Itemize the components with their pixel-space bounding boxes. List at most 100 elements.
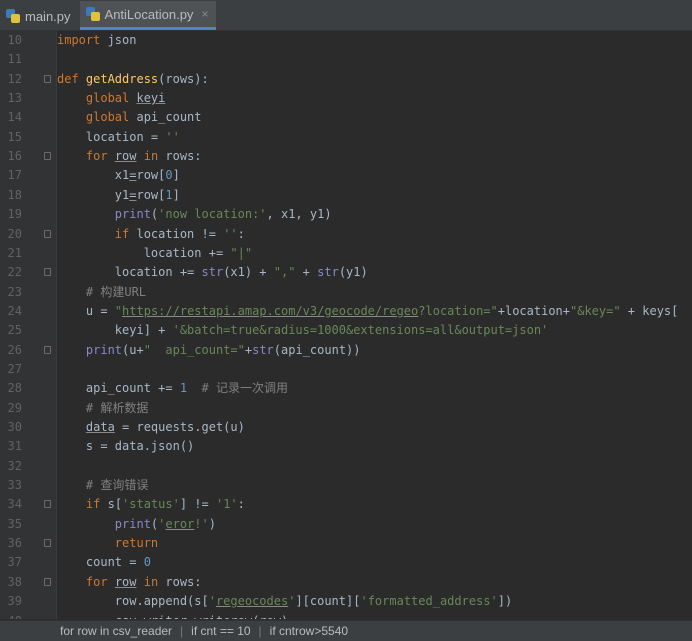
code-token: ] — [172, 187, 180, 202]
code-token: "|" — [230, 245, 253, 260]
code-line: 13 global keyi — [0, 89, 692, 108]
code-line: 22 location += str(x1) + "," + str(y1) — [0, 263, 692, 282]
fold-marker-icon[interactable] — [44, 152, 51, 161]
code-token: row — [114, 574, 137, 589]
fold-marker-icon[interactable] — [44, 229, 51, 238]
code-token: ' — [208, 594, 216, 609]
fold-marker-icon[interactable] — [44, 577, 51, 586]
code-text: print('now location:', x1, y1) — [57, 205, 332, 224]
code-line: 38 for row in rows: — [0, 573, 692, 592]
code-token: keyi — [136, 91, 166, 106]
line-number: 14 — [7, 110, 22, 125]
code-text: count = 0 — [57, 553, 151, 572]
fold-marker-icon[interactable] — [44, 268, 51, 277]
code-token: global — [85, 110, 137, 125]
fold-marker-icon[interactable] — [44, 539, 51, 548]
line-number: 27 — [7, 361, 22, 376]
code-token: api_count += — [85, 381, 180, 396]
line-number: 38 — [7, 574, 22, 589]
code-line: 40 csv_writer.writerow(row) — [0, 612, 692, 620]
code-token: def — [57, 71, 86, 86]
code-text: x1=row[0] — [57, 166, 180, 185]
fold-marker-icon[interactable] — [44, 345, 51, 354]
code-token: u = — [85, 303, 115, 318]
code-text: if location != '': — [57, 225, 245, 244]
tab-label: AntiLocation.py — [104, 6, 194, 22]
code-token: !' — [194, 516, 209, 531]
code-token: " api_count=" — [143, 342, 245, 357]
code-line: 35 print('eror!') — [0, 515, 692, 534]
code-token: location += — [143, 245, 231, 260]
breadcrumb-item[interactable]: for row in csv_reader — [60, 624, 172, 638]
code-token: (y1) — [338, 265, 368, 280]
fold-marker-icon[interactable] — [44, 74, 51, 83]
code-editor[interactable]: 10 import json 11 12 def getAddress(rows): 13… — [0, 31, 692, 619]
line-number: 11 — [7, 52, 22, 67]
code-line: 25 keyi] + '&batch=true&radius=1000&exte… — [0, 321, 692, 340]
line-number: 17 — [7, 168, 22, 183]
code-text: keyi] + '&batch=true&radius=1000&extensi… — [57, 321, 548, 340]
code-line: 17 x1=row[0] — [0, 166, 692, 185]
code-token: ?location=" — [418, 303, 498, 318]
code-token: row[ — [136, 187, 166, 202]
code-token: (x1) + — [223, 265, 274, 280]
line-number: 20 — [7, 226, 22, 241]
code-token: location != — [136, 226, 224, 241]
code-token: count = — [85, 555, 144, 570]
fold-marker-icon[interactable] — [44, 500, 51, 509]
code-text: # 查询错误 — [57, 476, 148, 495]
code-token: return — [114, 536, 159, 551]
code-token: # 记录一次调用 — [187, 381, 288, 396]
line-number: 18 — [7, 187, 22, 202]
close-tab-icon[interactable]: × — [201, 7, 208, 21]
code-token: x1 — [114, 168, 130, 183]
code-token: for — [85, 574, 115, 589]
code-line: 27 — [0, 360, 692, 379]
code-text: csv_writer.writerow(row) — [57, 612, 288, 620]
tab-main-py[interactable]: main.py — [0, 2, 79, 30]
code-text: import json — [57, 31, 136, 50]
code-token: rows: — [165, 574, 202, 589]
code-token: ) — [208, 516, 216, 531]
code-text: y1=row[1] — [57, 186, 180, 205]
tab-antilocation-py[interactable]: AntiLocation.py × — [79, 1, 217, 30]
code-line: 36 return — [0, 534, 692, 553]
code-line: 14 global api_count — [0, 108, 692, 127]
code-text: data = requests.get(u) — [57, 418, 245, 437]
code-token: '&batch=true&radius=1000&extensions=all&… — [172, 323, 549, 338]
code-token: + — [295, 265, 318, 280]
code-token: (rows): — [158, 71, 209, 86]
code-token: , x1, y1) — [266, 207, 332, 222]
line-number: 24 — [7, 303, 22, 318]
breadcrumb-bar: for row in csv_reader | if cnt == 10 | i… — [0, 620, 692, 641]
code-line: 11 — [0, 50, 692, 69]
code-token: : — [237, 497, 245, 512]
line-number: 10 — [7, 33, 22, 47]
line-number: 19 — [7, 207, 22, 222]
line-number: 37 — [7, 555, 22, 570]
breadcrumb-item[interactable]: if cntrow>5540 — [270, 624, 348, 638]
code-token: 0 — [165, 168, 173, 183]
line-number: 35 — [7, 516, 22, 531]
code-token: '' — [223, 226, 238, 241]
code-token: "," — [273, 265, 296, 280]
code-text: api_count += 1 # 记录一次调用 — [57, 379, 288, 398]
code-token: 1 — [165, 187, 173, 202]
code-token: (u+ — [122, 342, 144, 357]
code-token: print — [114, 207, 151, 222]
breadcrumb-item[interactable]: if cnt == 10 — [191, 624, 250, 638]
breadcrumb-separator: | — [180, 624, 184, 638]
line-number: 15 — [7, 129, 22, 144]
code-token: ]) — [497, 594, 513, 609]
code-line: 12 def getAddress(rows): — [0, 70, 692, 89]
